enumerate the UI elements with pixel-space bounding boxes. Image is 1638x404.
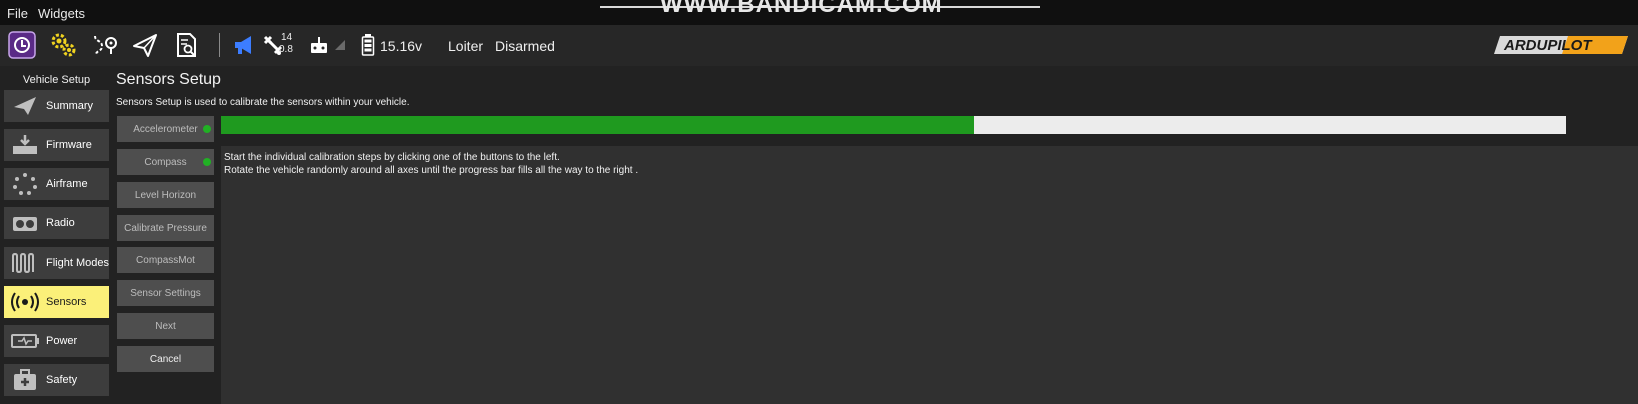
gps-hdop: 0.8 [279, 44, 293, 55]
button-label: Level Horizon [134, 189, 197, 201]
toolbar-separator [219, 33, 220, 57]
analyze-document-icon [177, 33, 196, 57]
signal-strength [330, 28, 350, 62]
button-label: Cancel [149, 353, 182, 365]
sidebar-item-safety[interactable]: Safety [4, 364, 109, 396]
sensor-settings-button[interactable]: Sensor Settings [117, 280, 214, 306]
fly-button[interactable] [128, 28, 162, 62]
analyze-button[interactable] [170, 28, 204, 62]
gps-satellite-count: 14 [281, 32, 293, 43]
ardupilot-logo: ARDUPILOT [1494, 36, 1628, 54]
sidebar-item-power[interactable]: Power [4, 325, 109, 357]
sensors-radar-icon [9, 290, 41, 314]
vehicle-messages-button[interactable] [228, 28, 262, 62]
sidebar-item-label: Flight Modes [46, 257, 109, 269]
accelerometer-button[interactable]: Accelerometer [117, 116, 214, 142]
app-logo-icon [8, 31, 36, 59]
instruction-line: Start the individual calibration steps b… [224, 152, 560, 163]
button-label: Compass [144, 156, 187, 168]
paper-plane-icon [9, 94, 41, 118]
sidebar-item-label: Summary [46, 100, 94, 112]
sidebar-item-airframe[interactable]: Airframe [4, 168, 109, 200]
sidebar-item-sensors[interactable]: Sensors [4, 286, 109, 318]
settings-button[interactable] [46, 28, 80, 62]
battery-button[interactable] [356, 28, 380, 62]
sidebar-item-flight-modes[interactable]: Flight Modes [4, 247, 109, 279]
sidebar-item-label: Safety [46, 374, 78, 386]
next-button[interactable]: Next [117, 313, 214, 339]
arm-status[interactable]: Disarmed [495, 38, 555, 54]
sidebar-item-label: Airframe [46, 178, 88, 190]
calibrate-pressure-button[interactable]: Calibrate Pressure [117, 215, 214, 241]
sidebar-item-label: Sensors [46, 296, 87, 308]
menu-file[interactable]: File [7, 6, 28, 21]
instruction-line: Rotate the vehicle randomly around all a… [224, 165, 639, 176]
cancel-button[interactable]: Cancel [117, 346, 214, 372]
sidebar-item-firmware[interactable]: Firmware [4, 129, 109, 161]
recording-watermark: WWW.BANDICAM.COM [660, 0, 943, 18]
signal-bars-icon [335, 40, 345, 50]
level-horizon-button[interactable]: Level Horizon [117, 182, 214, 208]
sidebar-title: Vehicle Setup [22, 74, 91, 86]
button-label: Accelerometer [133, 123, 198, 135]
calibration-progress-bar [221, 116, 1566, 134]
toolbar: 14 0.8 15.16v Loiter Disarmed ARDUPILOT [0, 25, 1638, 66]
button-label: Sensor Settings [130, 287, 201, 299]
rc-rssi-button[interactable] [306, 28, 332, 62]
safety-plus-icon [9, 368, 41, 392]
sidebar-item-radio[interactable]: Radio [4, 207, 109, 239]
fly-paper-plane-icon [133, 34, 157, 57]
settings-gears-icon [51, 33, 76, 57]
page-description: Sensors Setup is used to calibrate the s… [116, 97, 410, 108]
menu-widgets[interactable]: Widgets [38, 6, 85, 21]
battery-voltage: 15.16v [380, 38, 423, 54]
flight-mode-selector[interactable]: Loiter [448, 38, 483, 54]
megaphone-icon [235, 36, 251, 54]
plan-route-icon [94, 35, 117, 56]
rc-transmitter-icon [311, 37, 327, 53]
calibrated-status-dot [203, 125, 211, 133]
calibration-panel [221, 146, 1638, 404]
ardupilot-logo-text: ARDUPILOT [1503, 37, 1593, 54]
button-label: Calibrate Pressure [124, 222, 207, 234]
compassmot-button[interactable]: CompassMot [117, 247, 214, 273]
app-logo-button[interactable] [6, 28, 38, 62]
radio-icon [9, 211, 41, 235]
flight-modes-wave-icon [9, 251, 41, 275]
calibrated-status-dot [203, 158, 211, 166]
plan-button[interactable] [88, 28, 122, 62]
calibration-progress-fill [221, 116, 975, 134]
sidebar-item-label: Firmware [46, 139, 92, 151]
sidebar-item-summary[interactable]: Summary [4, 90, 109, 122]
menu-bar: WWW.BANDICAM.COM File Widgets [0, 0, 1638, 25]
button-label: CompassMot [136, 254, 195, 266]
sidebar-item-label: Radio [46, 217, 75, 229]
battery-icon [361, 34, 375, 56]
power-battery-icon [9, 329, 41, 353]
compass-button[interactable]: Compass [117, 149, 214, 175]
sidebar-item-label: Power [46, 335, 78, 347]
firmware-download-icon [9, 133, 41, 157]
airframe-dots-icon [9, 172, 41, 196]
page-title: Sensors Setup [116, 71, 221, 88]
button-label: Next [155, 320, 176, 332]
